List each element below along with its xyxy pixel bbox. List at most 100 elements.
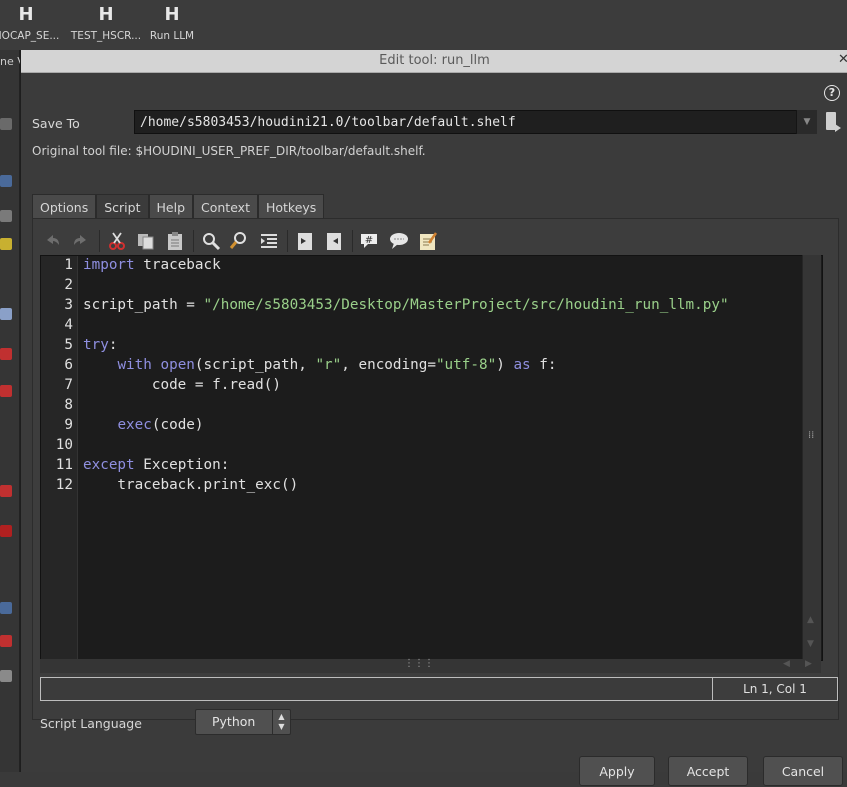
code-text: (code) bbox=[151, 417, 204, 433]
chevron-down-icon[interactable]: ▼ bbox=[796, 110, 817, 134]
find-icon[interactable] bbox=[200, 231, 222, 251]
dialog-title: Edit tool: run_llm bbox=[379, 53, 490, 68]
tab-bar: Options Script Help Context Hotkeys bbox=[32, 194, 325, 219]
indent-icon[interactable] bbox=[258, 231, 280, 251]
shelf-tool-label: MOCAP_SE... bbox=[0, 30, 60, 42]
tab-options[interactable]: Options bbox=[32, 194, 97, 219]
code-string: "utf-8" bbox=[435, 357, 497, 373]
tab-help[interactable]: Help bbox=[148, 194, 193, 219]
redo-icon[interactable] bbox=[70, 231, 92, 251]
apply-button[interactable]: Apply bbox=[579, 756, 655, 786]
editor-toolbar: # bbox=[41, 230, 446, 252]
close-icon[interactable]: ✕ bbox=[838, 50, 847, 70]
script-language-select[interactable]: Python ▲ ▼ bbox=[195, 709, 291, 735]
line-number: 6 bbox=[64, 357, 73, 373]
tool-icon[interactable] bbox=[0, 602, 12, 614]
tool-icon[interactable] bbox=[0, 385, 12, 397]
scrollbar-grip-icon[interactable]: ⋮⋮⋮ bbox=[404, 658, 434, 669]
code-line: except Exception: bbox=[83, 457, 229, 473]
tab-script[interactable]: Script bbox=[96, 194, 149, 219]
shelf-tool-label: Run LLM bbox=[149, 30, 195, 42]
line-number: 3 bbox=[64, 297, 73, 313]
accept-button[interactable]: Accept bbox=[668, 756, 748, 786]
cancel-button[interactable]: Cancel bbox=[763, 756, 843, 786]
line-number: 7 bbox=[64, 377, 73, 393]
uncomment-block-icon[interactable] bbox=[323, 231, 345, 251]
tab-hotkeys[interactable]: Hotkeys bbox=[257, 194, 325, 219]
code-text: , encoding= bbox=[341, 357, 436, 373]
code-text: f: bbox=[530, 357, 557, 373]
copy-icon[interactable] bbox=[135, 231, 157, 251]
original-tool-file: Original tool file: $HOUDINI_USER_PREF_D… bbox=[32, 144, 426, 158]
tool-icon[interactable] bbox=[0, 348, 12, 360]
line-number: 11 bbox=[55, 457, 73, 473]
code-line: script_path = "/home/s5803453/Desktop/Ma… bbox=[83, 297, 729, 313]
code-text: : bbox=[108, 337, 118, 353]
save-to-field[interactable]: /home/s5803453/houdini21.0/toolbar/defau… bbox=[134, 110, 816, 134]
shelf-tool-mocap[interactable]: H MOCAP_SE... bbox=[0, 4, 66, 43]
line-number: 1 bbox=[64, 257, 73, 273]
line-number: 5 bbox=[64, 337, 73, 353]
file-browse-icon[interactable] bbox=[826, 112, 841, 132]
code-text: (script_path, bbox=[194, 357, 316, 373]
code-text: traceback.print_exc() bbox=[83, 477, 299, 493]
tool-icon[interactable] bbox=[0, 635, 12, 647]
shelf-bar: H MOCAP_SE... H TEST_HSCR... H Run LLM bbox=[0, 0, 847, 51]
code-string: "r" bbox=[315, 357, 342, 373]
dialog-titlebar[interactable]: Edit tool: run_llm ✕ bbox=[21, 50, 847, 73]
updown-arrows-icon: ▲ ▼ bbox=[272, 710, 290, 734]
tool-icon[interactable] bbox=[0, 485, 12, 497]
tool-icon[interactable] bbox=[0, 525, 12, 537]
houdini-h-icon: H bbox=[18, 4, 34, 25]
tool-icon[interactable] bbox=[0, 175, 12, 187]
script-language-value: Python bbox=[212, 714, 256, 729]
code-keyword: try bbox=[83, 337, 109, 353]
line-number: 8 bbox=[64, 397, 73, 413]
toolbar-separator bbox=[99, 230, 100, 252]
tool-icon[interactable] bbox=[0, 238, 12, 250]
houdini-h-icon: H bbox=[98, 4, 114, 25]
tool-icon[interactable] bbox=[0, 118, 12, 130]
line-number: 10 bbox=[55, 437, 73, 453]
code-text: code = f.read() bbox=[83, 377, 281, 393]
notepad-icon[interactable] bbox=[417, 231, 439, 251]
edit-tool-dialog: Edit tool: run_llm ✕ ? Save To /home/s58… bbox=[20, 50, 847, 786]
toolbar-separator bbox=[287, 230, 288, 252]
tab-context[interactable]: Context bbox=[193, 194, 258, 219]
code-keyword: exec bbox=[117, 417, 152, 433]
undo-icon[interactable] bbox=[41, 231, 63, 251]
toolbar-separator bbox=[193, 230, 194, 252]
scroll-down-icon[interactable]: ▼ bbox=[807, 639, 814, 649]
tool-icon[interactable] bbox=[0, 308, 12, 320]
scroll-right-icon[interactable]: ▶ bbox=[805, 659, 812, 669]
speech-comment-icon[interactable] bbox=[388, 231, 410, 251]
scroll-up-icon[interactable]: ▲ bbox=[807, 615, 814, 625]
vertical-scrollbar[interactable]: ⁞⁞ ▲ ▼ bbox=[802, 255, 821, 659]
scrollbar-grip-icon[interactable]: ⁞⁞ bbox=[808, 430, 814, 441]
comment-block-icon[interactable] bbox=[294, 231, 316, 251]
code-text: ) bbox=[496, 357, 514, 373]
code-keyword: as bbox=[513, 357, 531, 373]
code-text: Exception: bbox=[134, 457, 230, 473]
cut-icon[interactable] bbox=[106, 231, 128, 251]
line-number: 2 bbox=[64, 277, 73, 293]
toolbar-separator bbox=[352, 230, 353, 252]
find-replace-icon[interactable] bbox=[229, 231, 251, 251]
shelf-tool-run-llm[interactable]: H Run LLM bbox=[132, 4, 212, 43]
code-keyword: except bbox=[83, 457, 135, 473]
code-keyword: open bbox=[160, 357, 195, 373]
tool-icon[interactable] bbox=[0, 210, 12, 222]
code-string: "/home/s5803453/Desktop/MasterProject/sr… bbox=[203, 297, 729, 313]
script-editor[interactable]: 1 2 3 4 5 6 7 8 9 10 11 12 import traceback script_p… bbox=[40, 255, 823, 661]
editor-status-field bbox=[40, 677, 713, 701]
paste-icon[interactable] bbox=[164, 231, 186, 251]
code-text: traceback bbox=[134, 257, 221, 273]
help-icon[interactable]: ? bbox=[824, 85, 840, 101]
svg-text:#: # bbox=[365, 235, 373, 246]
horizontal-scrollbar[interactable]: ⋮⋮⋮ ◀ ▶ bbox=[40, 658, 821, 673]
tool-icon[interactable] bbox=[0, 670, 12, 682]
scroll-left-icon[interactable]: ◀ bbox=[783, 659, 790, 669]
houdini-h-icon: H bbox=[164, 4, 180, 25]
hash-comment-icon[interactable]: # bbox=[359, 231, 381, 251]
save-to-label: Save To bbox=[32, 116, 80, 131]
